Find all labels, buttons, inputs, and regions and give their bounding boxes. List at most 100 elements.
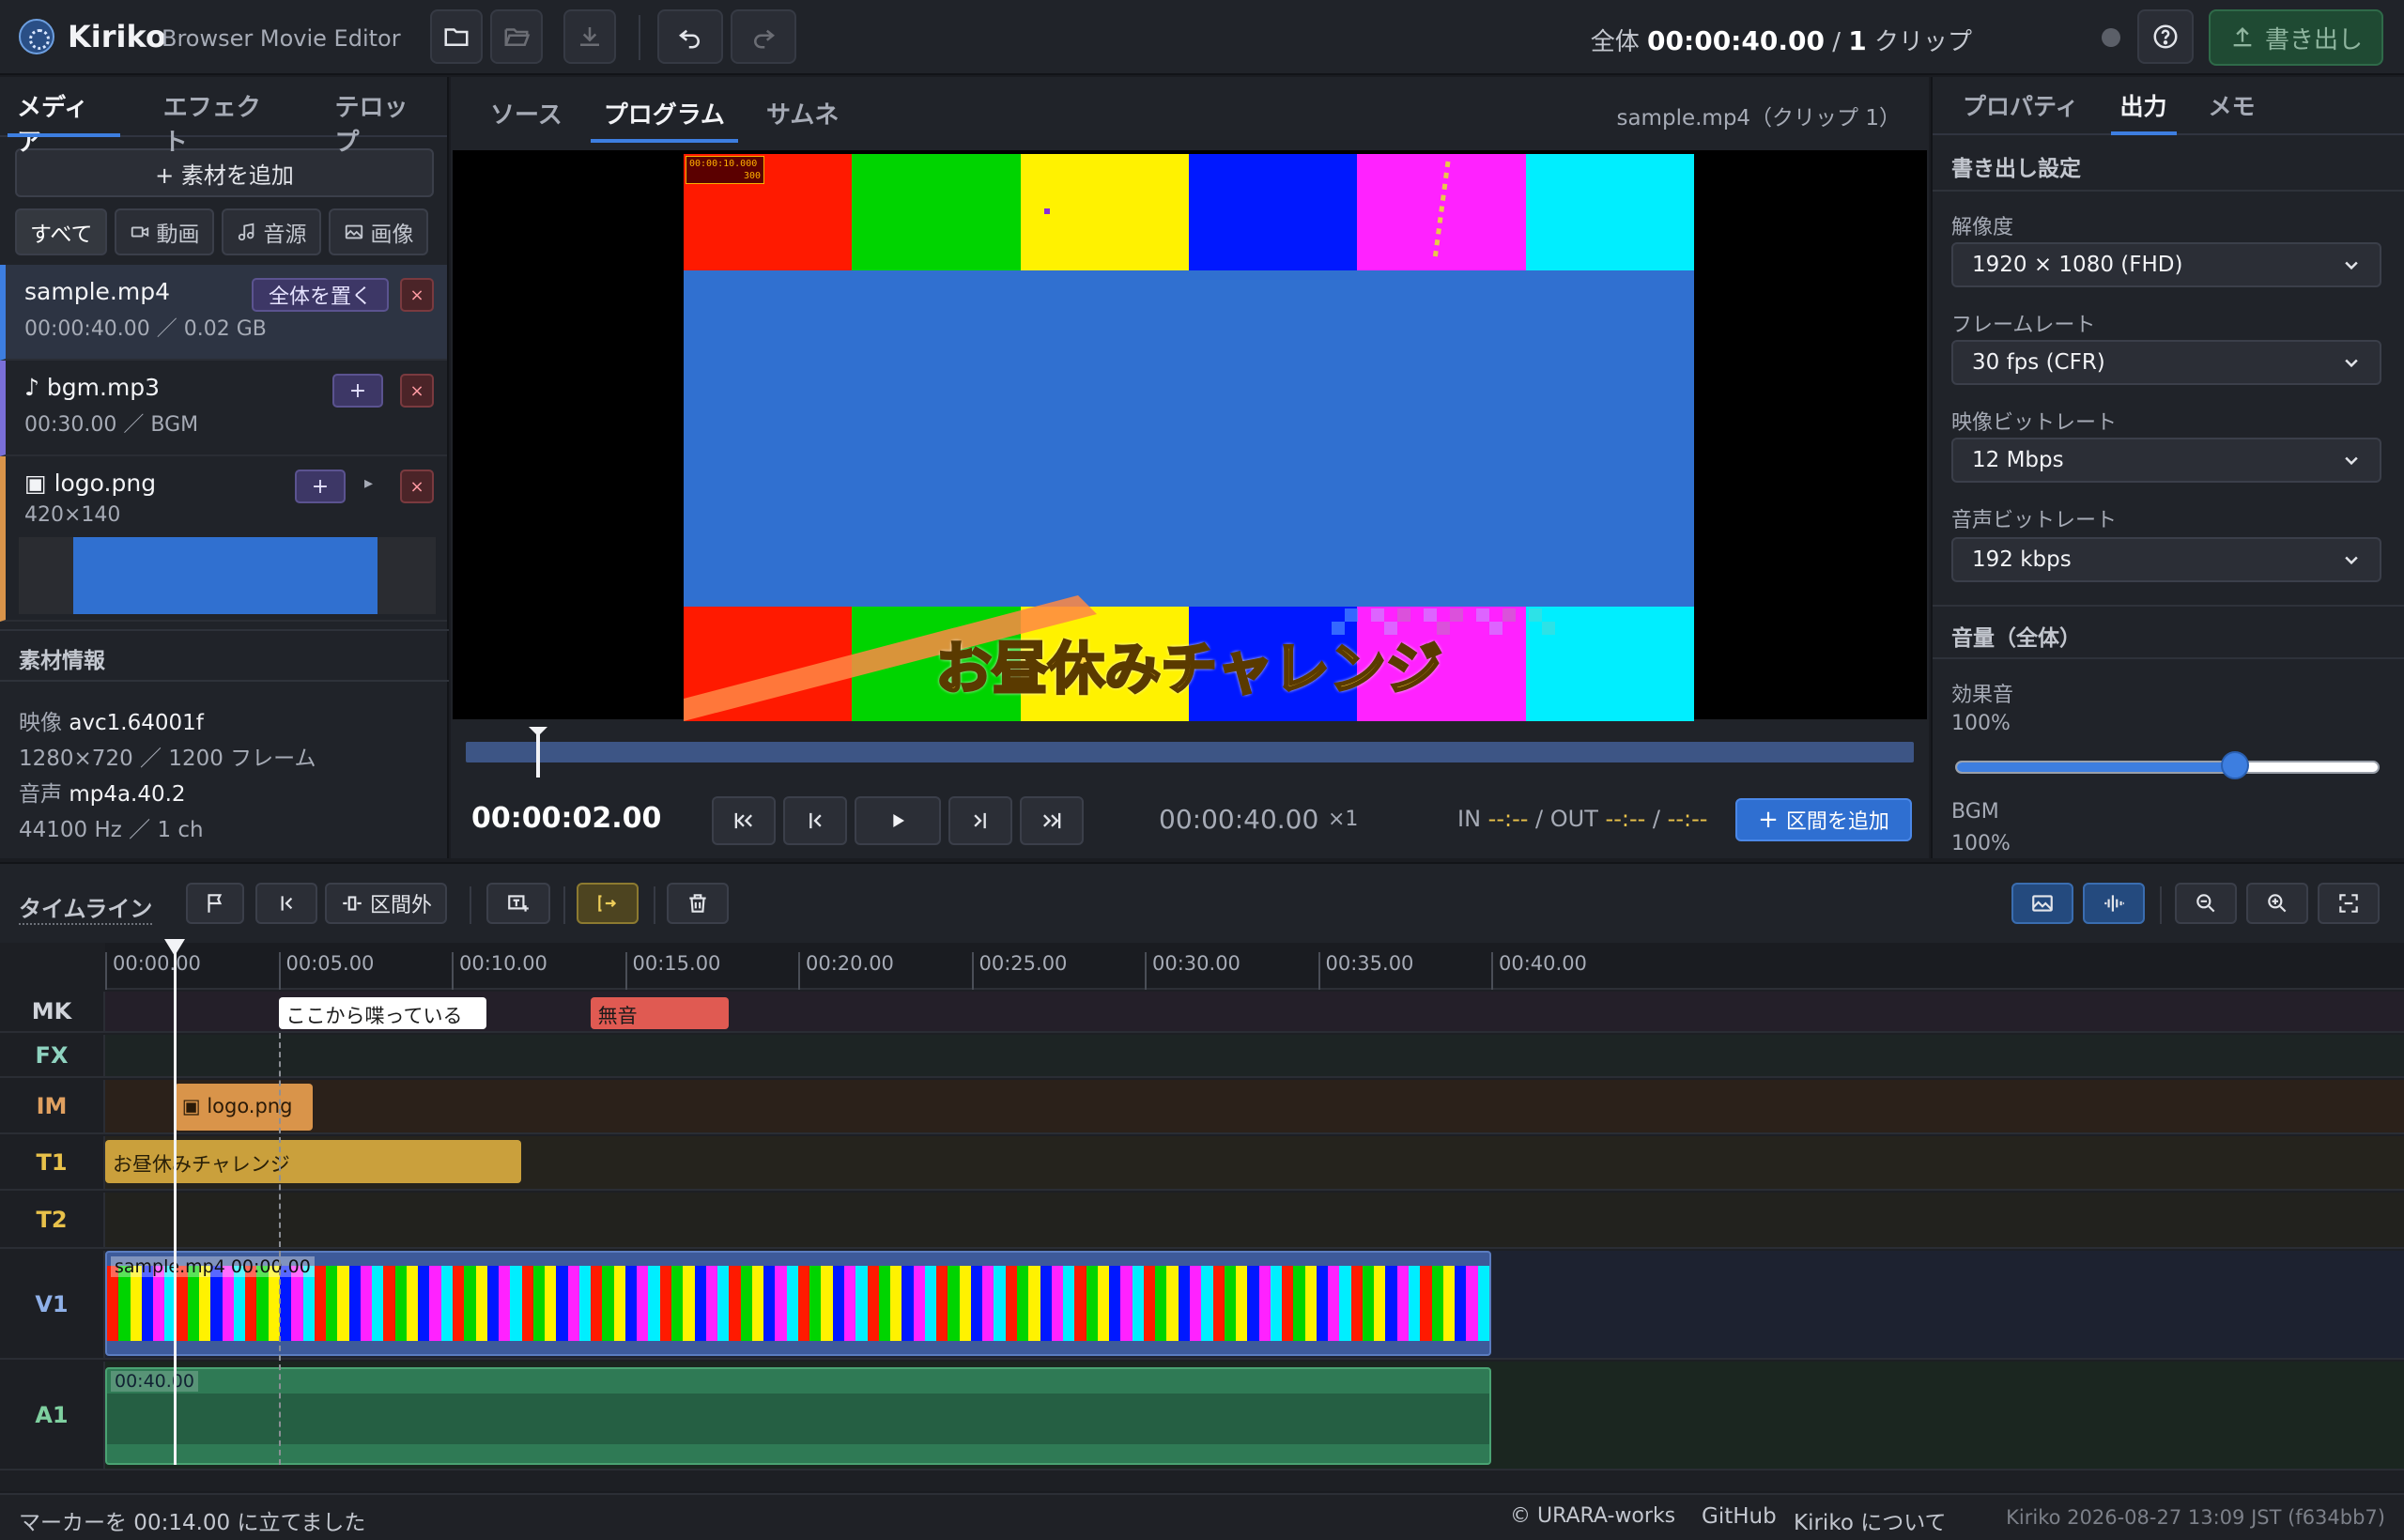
expand-icon[interactable]: ▸	[364, 473, 373, 493]
filter-image[interactable]: 画像	[329, 208, 429, 255]
audio-bitrate-select[interactable]: 192 kbps	[1951, 537, 2381, 582]
tab-thumbnail[interactable]: サムネ	[749, 77, 855, 141]
filter-video[interactable]: 動画	[115, 208, 215, 255]
frame-counter-number: 300	[743, 171, 761, 181]
lane-images[interactable]: IM ▣ logo.png	[0, 1080, 2404, 1134]
add-to-timeline-button[interactable]: +	[295, 470, 346, 503]
tab-media[interactable]: メディア	[0, 77, 128, 157]
timeline-ruler[interactable]: 00:00.00 00:05.00 00:10.00 00:15.00 00:20.00…	[105, 943, 2404, 990]
tab-telop[interactable]: テロップ	[318, 77, 447, 157]
framerate-select[interactable]: 30 fps (CFR)	[1951, 340, 2381, 385]
place-all-button[interactable]: 全体を置く	[252, 278, 389, 312]
export-button[interactable]: 書き出し	[2209, 9, 2383, 66]
tab-effects[interactable]: エフェクト	[146, 77, 300, 157]
zoom-in-button[interactable]	[2246, 883, 2308, 924]
scrub-playhead-icon[interactable]	[527, 727, 549, 778]
video-thumbnail-bar	[1304, 1266, 1317, 1341]
lane-effects[interactable]: FX	[0, 1035, 2404, 1078]
scrub-bar[interactable]	[466, 742, 1914, 762]
video-thumbnail-bar	[222, 1266, 234, 1341]
video-thumbnail-bar	[440, 1266, 453, 1341]
logo-thumbnail	[19, 537, 436, 614]
tab-output[interactable]: 出力	[2100, 77, 2188, 135]
go-to-end-button[interactable]	[1020, 796, 1084, 845]
marker-speaking[interactable]: ここから喋っている	[278, 997, 486, 1029]
video-thumbnail-bar	[948, 1266, 960, 1341]
help-button[interactable]	[2137, 9, 2194, 64]
add-material-button[interactable]: + 素材を追加	[15, 148, 434, 197]
media-item-logo[interactable]: ▣ logo.png 420×140 + ▸ ×	[0, 456, 447, 622]
video-thumbnail-bar	[245, 1266, 257, 1341]
fit-timeline-button[interactable]	[2318, 883, 2380, 924]
video-thumbnail-bar	[751, 1266, 764, 1341]
add-range-button[interactable]: + 区間を追加	[1735, 798, 1912, 841]
video-thumbnail-bar	[797, 1266, 810, 1341]
lane-text-1[interactable]: T1 お昼休みチャレンジ	[0, 1136, 2404, 1191]
lane-text-2[interactable]: T2	[0, 1193, 2404, 1249]
go-to-start-button[interactable]	[712, 796, 776, 845]
resolution-select[interactable]: 1920 × 1080 (FHD)	[1951, 242, 2381, 287]
play-button[interactable]	[855, 796, 941, 845]
video-thumbnail-bar	[475, 1266, 487, 1341]
ruler-tick: 00:25.00	[971, 952, 1067, 990]
audio-clip-sample[interactable]: 00:40.00	[105, 1367, 1491, 1465]
video-detail: 1280×720 ／ 1200 フレーム	[19, 747, 316, 771]
add-marker-button[interactable]	[186, 883, 244, 924]
redo-button[interactable]	[731, 9, 796, 64]
total-label: 全体	[1590, 28, 1640, 56]
playback-speed[interactable]: ×1	[1328, 808, 1358, 831]
delete-media-button[interactable]: ×	[400, 470, 434, 503]
save-project-button[interactable]	[563, 9, 616, 64]
delete-media-button[interactable]: ×	[400, 278, 434, 312]
prev-frame-button[interactable]	[783, 796, 847, 845]
zoom-out-button[interactable]	[2175, 883, 2237, 924]
next-frame-button[interactable]	[948, 796, 1012, 845]
marker-silence[interactable]: 無音	[590, 997, 730, 1029]
tab-source[interactable]: ソース	[473, 77, 579, 141]
tab-memo[interactable]: メモ	[2188, 77, 2276, 133]
tab-properties[interactable]: プロパティ	[1942, 77, 2100, 133]
open-project-button[interactable]	[490, 9, 543, 64]
filter-audio[interactable]: 音源	[222, 208, 322, 255]
new-project-button[interactable]	[430, 9, 483, 64]
waveform-toggle-button[interactable]	[2083, 883, 2145, 924]
sfx-volume-thumb[interactable]	[2221, 751, 2250, 779]
video-bitrate-select[interactable]: 12 Mbps	[1951, 438, 2381, 483]
lane-markers[interactable]: MK ここから喋っている 無音	[0, 992, 2404, 1033]
prev-marker-button[interactable]	[255, 883, 317, 924]
delete-clip-button[interactable]	[667, 883, 729, 924]
thumbnail-toggle-button[interactable]	[2011, 883, 2073, 924]
github-link[interactable]: GitHub	[1702, 1504, 1777, 1529]
video-thumbnail-bar	[326, 1266, 338, 1341]
media-item-bgm[interactable]: ♪ bgm.mp3 00:30.00 ／ BGM + ×	[0, 361, 447, 456]
about-link[interactable]: Kiriko について	[1794, 1504, 1947, 1536]
add-to-timeline-button[interactable]: +	[332, 374, 383, 408]
filter-all[interactable]: すべて	[15, 208, 108, 255]
text-clip-caption[interactable]: お昼休みチャレンジ	[105, 1140, 521, 1183]
lane-audio-1[interactable]: A1 00:40.00	[0, 1362, 2404, 1471]
video-thumbnail-bar	[924, 1266, 937, 1341]
timeline-playhead[interactable]	[173, 943, 177, 1465]
copyright-link[interactable]: © URARA-works	[1510, 1504, 1675, 1528]
video-clip-sample[interactable]: sample.mp4 00:00.00	[105, 1251, 1491, 1356]
video-bitrate-value: 12 Mbps	[1972, 448, 2064, 472]
logo-thumbnail-image	[73, 537, 378, 614]
outside-range-button[interactable]: 区間外	[325, 883, 447, 924]
add-text-button[interactable]	[486, 883, 550, 924]
timeline-area[interactable]: 00:00.00 00:05.00 00:10.00 00:15.00 00:20.00…	[0, 943, 2404, 1491]
image-clip-logo[interactable]: ▣ logo.png	[174, 1084, 314, 1131]
snap-toggle-button[interactable]	[577, 883, 639, 924]
undo-button[interactable]	[657, 9, 723, 64]
bgm-volume-value: 100%	[1951, 832, 2011, 855]
play-icon	[893, 814, 904, 827]
sfx-volume-slider[interactable]	[1955, 761, 2380, 774]
settings-panel: プロパティ 出力 メモ 書き出し設定 解像度 1920 × 1080 (FHD)…	[1931, 77, 2404, 858]
video-thumbnail-bar	[1258, 1266, 1271, 1341]
lane-video-1[interactable]: V1 sample.mp4 00:00.00	[0, 1251, 2404, 1360]
framerate-value: 30 fps (CFR)	[1972, 350, 2105, 375]
total-duration-display: 00:00:40.00	[1159, 804, 1319, 835]
playhead-handle-icon[interactable]	[163, 939, 185, 956]
tab-program[interactable]: プログラム	[587, 77, 742, 143]
media-item-sample[interactable]: sample.mp4 00:00:40.00 ／ 0.02 GB 全体を置く ×	[0, 265, 447, 361]
delete-media-button[interactable]: ×	[400, 374, 434, 408]
